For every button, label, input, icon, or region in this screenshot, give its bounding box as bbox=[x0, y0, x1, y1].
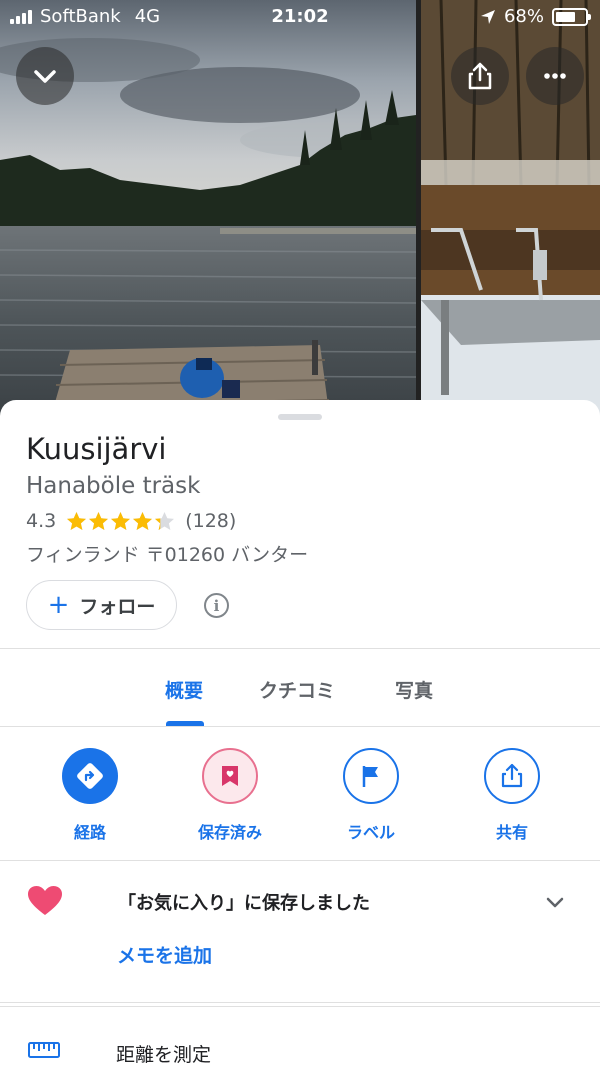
review-count: (128) bbox=[185, 510, 237, 532]
add-memo-link[interactable]: メモを追加 bbox=[117, 941, 212, 968]
star-icon bbox=[89, 511, 109, 530]
place-sheet: Kuusijärvi Hanaböle träsk 4.3 (128) フィンラ… bbox=[0, 400, 600, 1067]
share-icon bbox=[468, 62, 492, 90]
location-arrow-icon bbox=[480, 9, 495, 24]
more-button[interactable] bbox=[526, 47, 584, 105]
star-icon bbox=[67, 511, 87, 530]
chevron-down-icon[interactable] bbox=[543, 890, 567, 914]
collapse-button[interactable] bbox=[16, 47, 74, 105]
directions-icon bbox=[62, 748, 118, 804]
measure-distance-row[interactable]: 距離を測定 bbox=[0, 1030, 600, 1067]
divider bbox=[0, 1006, 600, 1007]
measure-distance-label: 距離を測定 bbox=[116, 1044, 212, 1066]
more-icon bbox=[544, 73, 566, 79]
directions-button[interactable]: 経路 bbox=[30, 748, 150, 843]
bookmark-icon bbox=[202, 748, 258, 804]
saved-label: 保存済み bbox=[197, 823, 262, 842]
directions-label: 経路 bbox=[73, 823, 106, 842]
battery-icon bbox=[552, 7, 591, 26]
chevron-down-icon bbox=[34, 70, 56, 83]
follow-label: フォロー bbox=[79, 595, 156, 618]
plus-icon: + bbox=[47, 590, 70, 620]
tab-overview[interactable]: 概要 bbox=[165, 676, 203, 703]
saved-button[interactable]: 保存済み bbox=[170, 748, 290, 843]
flag-icon bbox=[343, 748, 399, 804]
star-rating bbox=[66, 511, 175, 532]
photo-header[interactable]: SoftBank 4G 21:02 68% bbox=[0, 0, 600, 420]
heart-icon bbox=[28, 886, 62, 915]
info-icon[interactable]: i bbox=[204, 593, 229, 618]
label-button[interactable]: ラベル bbox=[311, 748, 431, 843]
divider bbox=[0, 648, 600, 649]
tab-reviews[interactable]: クチコミ bbox=[259, 676, 335, 703]
follow-button[interactable]: + フォロー bbox=[26, 580, 177, 630]
status-bar: SoftBank 4G 21:02 68% bbox=[0, 0, 600, 34]
divider bbox=[0, 1002, 600, 1003]
rating-row[interactable]: 4.3 (128) bbox=[26, 510, 236, 532]
ruler-icon bbox=[28, 1042, 60, 1058]
battery-percent: 68% bbox=[503, 6, 544, 27]
divider bbox=[0, 726, 600, 727]
saved-message: 「お気に入り」に保存しました bbox=[118, 893, 370, 914]
drag-handle[interactable] bbox=[278, 414, 322, 420]
share-button[interactable]: 共有 bbox=[452, 748, 572, 843]
saved-list-row[interactable]: 「お気に入り」に保存しました メモを追加 bbox=[0, 870, 600, 1000]
place-title: Kuusijärvi bbox=[26, 432, 167, 466]
share-button-top[interactable] bbox=[451, 47, 509, 105]
star-icon bbox=[133, 511, 153, 530]
divider bbox=[0, 860, 600, 861]
rating-value: 4.3 bbox=[26, 510, 57, 532]
star-icon bbox=[155, 511, 175, 530]
place-address: フィンランド 〒01260 バンター bbox=[26, 544, 309, 566]
star-icon bbox=[111, 511, 131, 530]
label-label: ラベル bbox=[346, 823, 395, 842]
place-alt-name: Hanaböle träsk bbox=[26, 473, 201, 499]
share-label: 共有 bbox=[495, 823, 528, 842]
share-icon bbox=[484, 748, 540, 804]
tab-photos[interactable]: 写真 bbox=[395, 676, 433, 703]
